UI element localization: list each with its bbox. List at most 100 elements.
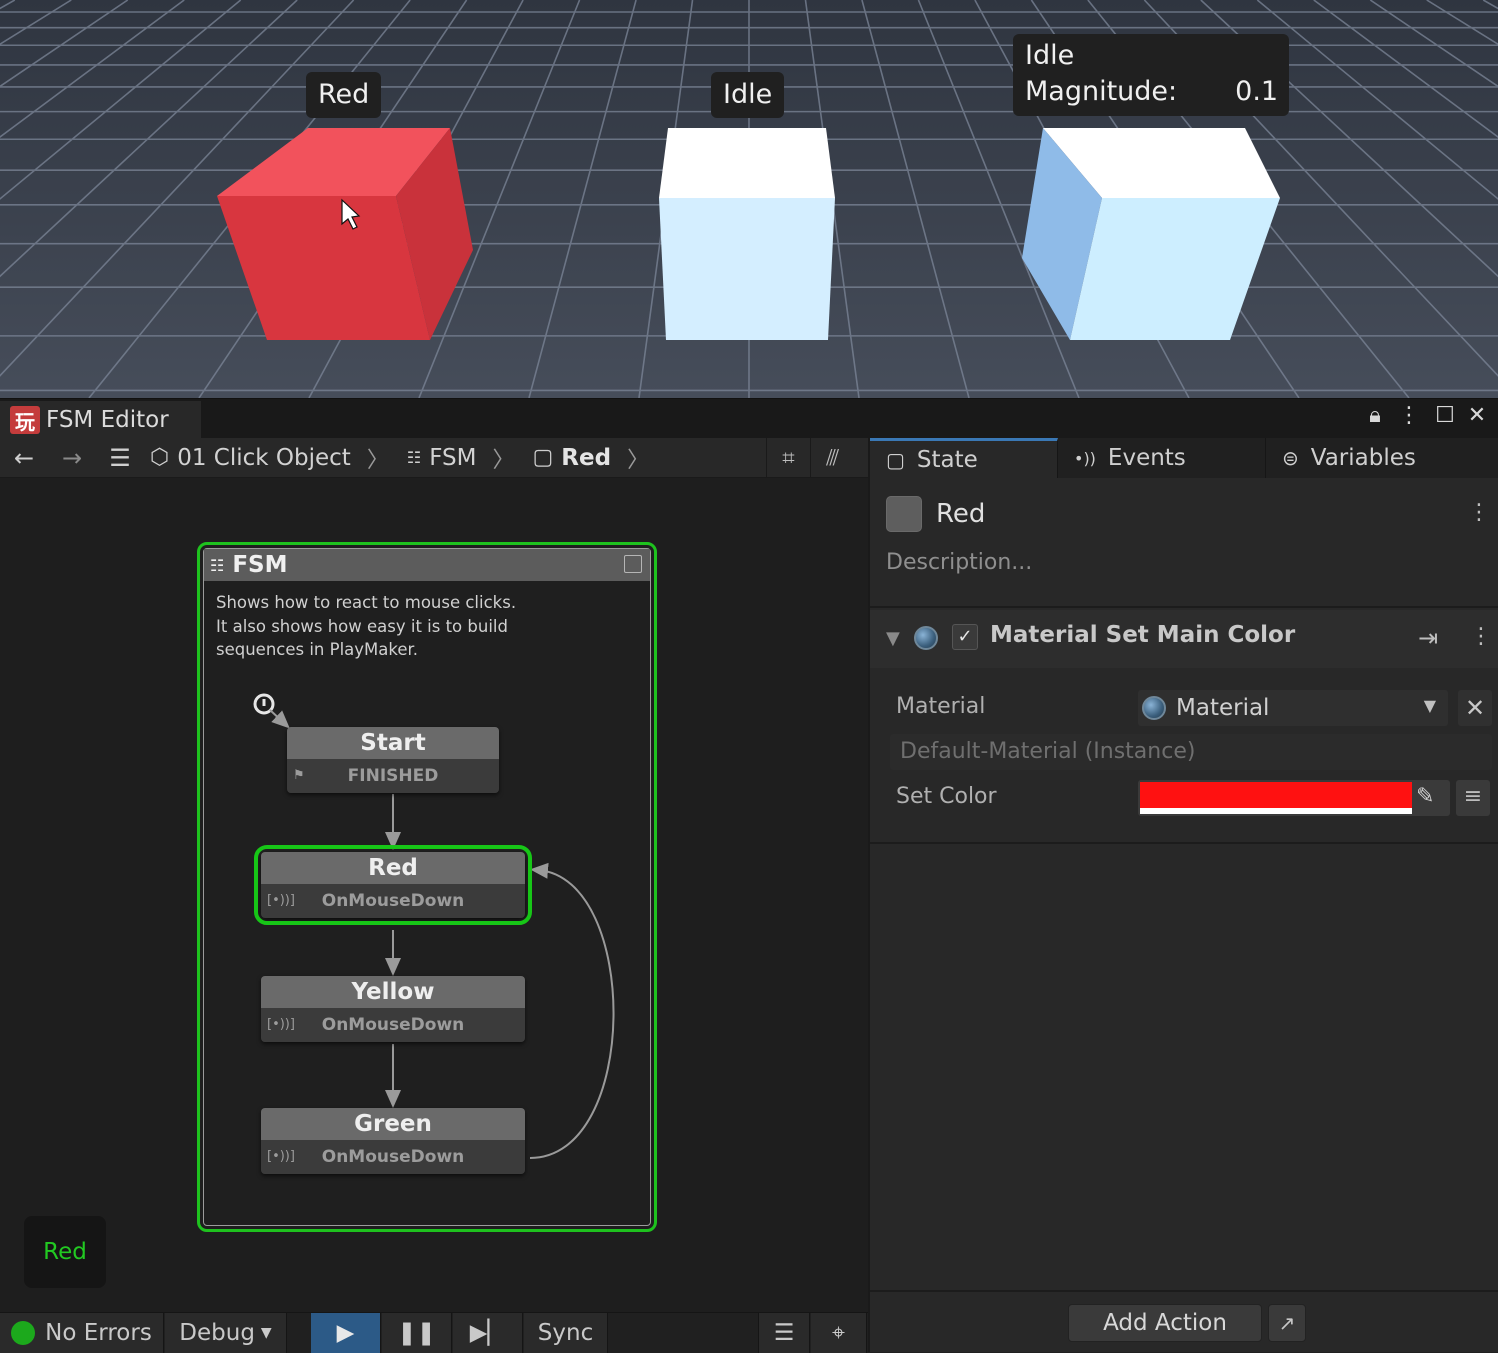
transition-onmousedown[interactable]: [•))] OnMouseDown: [261, 1140, 525, 1174]
chevron-down-icon: ▼: [260, 1325, 272, 1341]
state-icon: ▢: [532, 445, 554, 470]
set-color-field[interactable]: ✎: [1138, 780, 1450, 816]
clear-material-button[interactable]: ✕: [1458, 690, 1492, 726]
state-name: Yellow: [261, 976, 525, 1008]
variables-icon: ⊜: [1282, 446, 1299, 470]
state-name: Red: [261, 852, 525, 884]
idle-cube[interactable]: [659, 128, 835, 340]
gameobject-icon: ⬡: [150, 445, 170, 470]
inspector-panel: ▢ State •)) Events ⊜ Variables Red ⋮ Des…: [868, 438, 1498, 1352]
menu-icon[interactable]: ☰: [96, 444, 144, 472]
state-color-swatch[interactable]: [886, 496, 922, 532]
material-value: Material: [1176, 695, 1270, 721]
graph-toolbar: ← → ☰ ⬡ 01 Click Object 〉 ☷ FSM 〉 ▢ Red …: [0, 438, 868, 478]
fsm-graph-canvas[interactable]: ☷ FSM Shows how to react to mouse clicks…: [0, 478, 868, 1312]
tab-title: FSM Editor: [46, 407, 169, 433]
breadcrumb-state[interactable]: ▢ Red 〉: [532, 442, 661, 474]
breadcrumb-fsm[interactable]: ☷ FSM 〉: [407, 442, 527, 474]
idle-cube-label: Idle: [711, 72, 785, 118]
step-button[interactable]: ▶▏: [453, 1313, 523, 1353]
material-sphere-icon: [914, 626, 938, 650]
equals-icon: ≡: [1463, 784, 1483, 809]
transition-onmousedown[interactable]: [•))] OnMouseDown: [261, 884, 525, 918]
sync-label: Sync: [537, 1320, 594, 1346]
forward-arrow-icon[interactable]: →: [48, 444, 96, 472]
errors-indicator[interactable]: No Errors: [0, 1313, 164, 1353]
red-cube-label: Red: [306, 72, 382, 118]
action-header[interactable]: ▼ ✓ Material Set Main Color ⇥ ⋮: [870, 610, 1498, 668]
state-yellow[interactable]: Yellow [•))] OnMouseDown: [261, 976, 525, 1042]
more-icon[interactable]: ⋮: [1470, 624, 1492, 649]
event-icon: [•))]: [267, 1149, 295, 1164]
play-button[interactable]: ▶: [311, 1313, 381, 1353]
chevron-right-icon: 〉: [492, 447, 515, 473]
transition-onmousedown[interactable]: [•))] OnMouseDown: [261, 1008, 525, 1042]
tab-state[interactable]: ▢ State: [870, 438, 1058, 478]
scene-view[interactable]: Red Idle Idle Magnitude: 0.1: [0, 0, 1498, 398]
idle-magnitude-label: Idle Magnitude: 0.1: [1013, 34, 1289, 116]
label-text: Red: [318, 79, 370, 110]
description-field[interactable]: Description...: [886, 550, 1032, 575]
eyedropper-icon[interactable]: ✎: [1416, 784, 1434, 809]
state-red[interactable]: Red [•))] OnMouseDown: [254, 845, 532, 925]
material-label: Material: [896, 694, 986, 719]
errors-label: No Errors: [45, 1320, 152, 1346]
add-action-button[interactable]: Add Action: [1068, 1304, 1262, 1342]
close-icon[interactable]: ✕: [1462, 403, 1492, 428]
back-arrow-icon[interactable]: ←: [0, 444, 48, 472]
state-green[interactable]: Green [•))] OnMouseDown: [261, 1108, 525, 1174]
action-enabled-checkbox[interactable]: ✓: [952, 624, 978, 650]
fold-arrow-icon[interactable]: ▼: [886, 628, 900, 649]
pause-button[interactable]: ❚❚: [382, 1313, 452, 1353]
label-key: Magnitude:: [1025, 76, 1178, 107]
inspector-tabs: ▢ State •)) Events ⊜ Variables: [870, 438, 1498, 478]
breadcrumb-gameobject[interactable]: ⬡ 01 Click Object 〉: [150, 442, 401, 474]
transition-label: OnMouseDown: [321, 1015, 465, 1035]
maximize-icon[interactable]: ☐: [1430, 403, 1460, 428]
tab-label: Events: [1107, 445, 1186, 471]
debug-label: Debug: [179, 1320, 255, 1346]
status-ok-icon: [11, 1321, 36, 1345]
tab-events[interactable]: •)) Events: [1058, 438, 1266, 478]
material-field[interactable]: Material ▼: [1138, 690, 1448, 726]
chevron-down-icon: ▼: [1423, 696, 1436, 715]
material-instance-field: Default-Material (Instance): [890, 734, 1492, 770]
layout-icon[interactable]: ⫻: [810, 438, 854, 478]
chevron-right-icon: 〉: [627, 447, 650, 473]
playmaker-logo-icon: 玩: [10, 406, 40, 434]
material-sphere-icon: [1142, 696, 1166, 720]
log-button[interactable]: ☰: [758, 1313, 810, 1353]
debug-dropdown[interactable]: Debug ▼: [165, 1313, 287, 1353]
tab-variables[interactable]: ⊜ Variables: [1266, 438, 1498, 478]
state-start[interactable]: Start ⚑ FINISHED: [287, 727, 499, 793]
target-button[interactable]: ⌖: [811, 1313, 867, 1353]
collapse-right-icon[interactable]: ⇥: [1418, 624, 1438, 652]
breadcrumb-label: Red: [561, 444, 612, 471]
state-name: Green: [261, 1108, 525, 1140]
variable-toggle-button[interactable]: ≡: [1456, 780, 1490, 816]
events-icon: •)): [1074, 448, 1096, 468]
window-tabbar: 玩 FSM Editor 🔒︎ ⋮ ☐ ✕: [0, 398, 1498, 439]
transition-label: OnMouseDown: [321, 1147, 465, 1167]
transition-label: FINISHED: [347, 766, 439, 786]
more-icon[interactable]: ⋮: [1468, 500, 1490, 525]
breadcrumb-label: FSM: [429, 444, 477, 471]
alpha-bar: [1140, 808, 1412, 814]
label-value: 0.1: [1235, 76, 1279, 107]
action-material-set-main-color: ▼ ✓ Material Set Main Color ⇥ ⋮ Material…: [870, 610, 1498, 844]
chevron-right-icon: 〉: [366, 447, 389, 473]
state-name-field[interactable]: Red: [936, 496, 985, 532]
label-title: Idle: [1025, 40, 1075, 71]
lock-icon[interactable]: 🔒︎: [1360, 403, 1390, 428]
set-color-label: Set Color: [896, 784, 997, 809]
state-header: Red ⋮ Description...: [870, 478, 1498, 608]
grid-toggle-icon[interactable]: ⌗: [766, 438, 810, 478]
breadcrumb-label: 01 Click Object: [177, 444, 351, 471]
color-value-swatch[interactable]: [1140, 782, 1412, 808]
sync-button[interactable]: Sync: [524, 1313, 608, 1353]
fsm-icon: ☷: [406, 448, 422, 467]
more-icon[interactable]: ⋮: [1394, 403, 1424, 428]
transition-finished[interactable]: ⚑ FINISHED: [287, 759, 499, 793]
action-browser-button[interactable]: ↗: [1268, 1304, 1306, 1342]
fsm-editor-tab[interactable]: 玩 FSM Editor: [0, 401, 201, 439]
